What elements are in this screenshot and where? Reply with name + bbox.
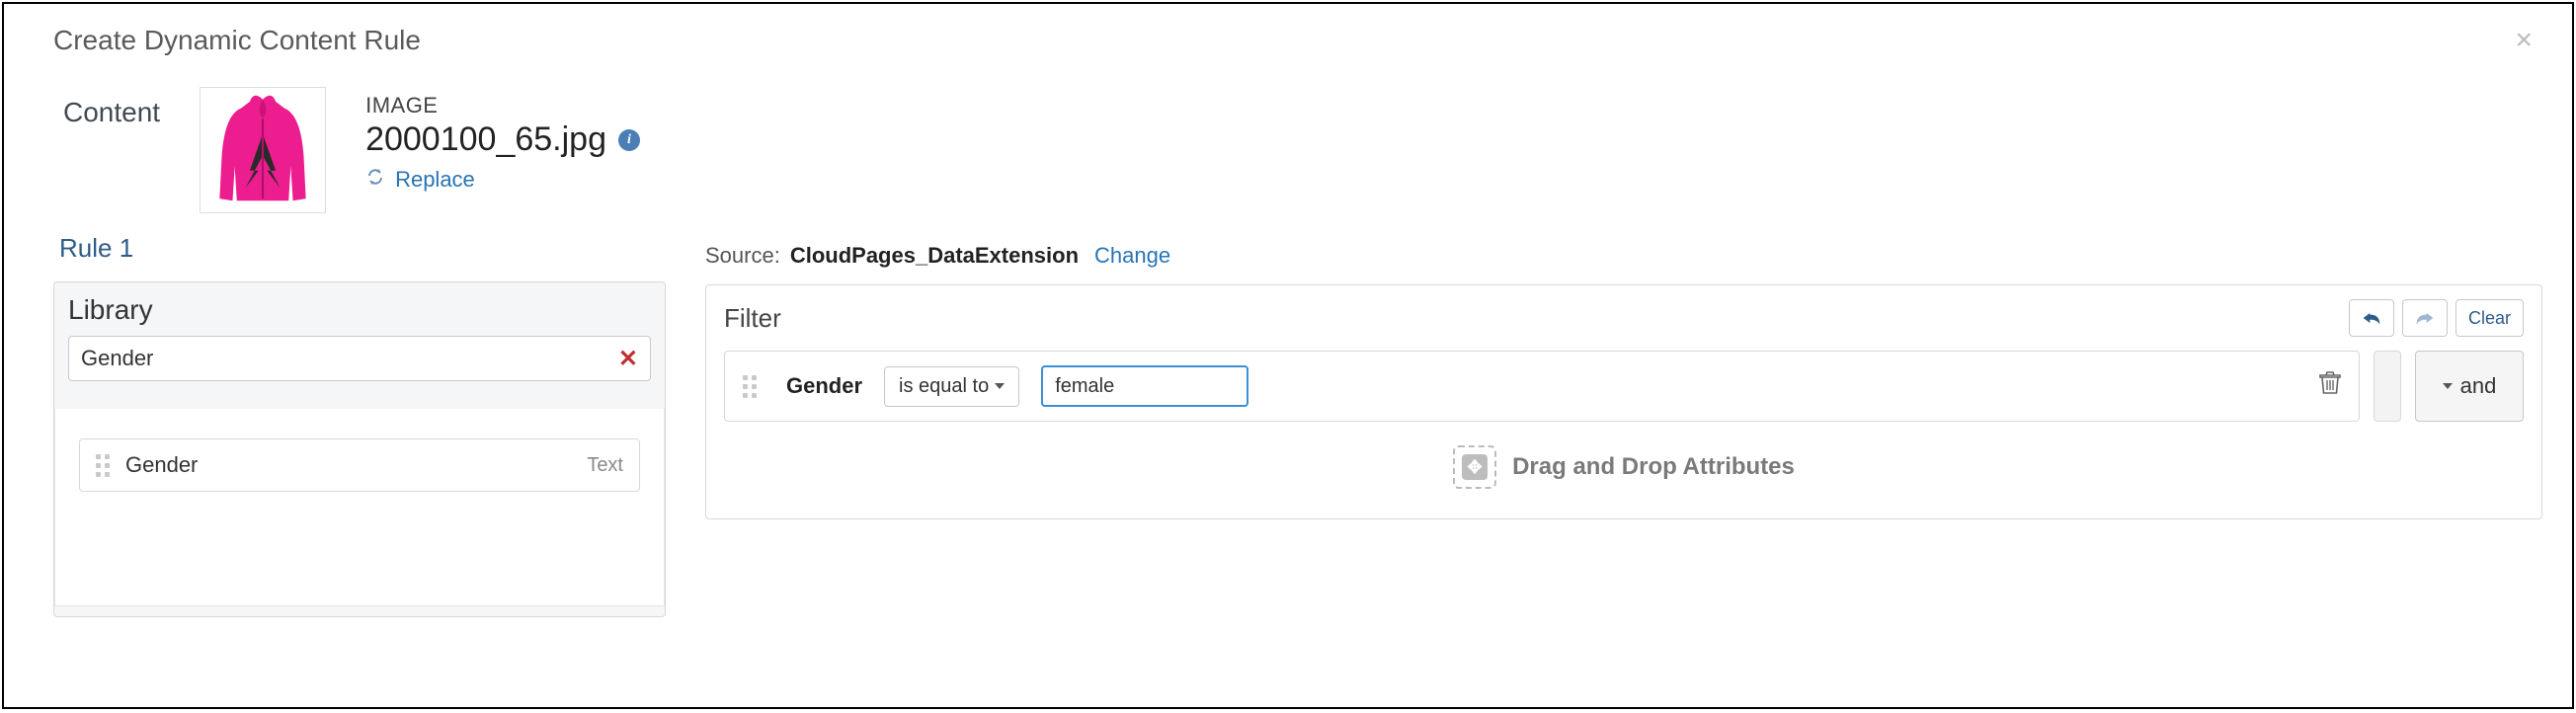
replace-link[interactable]: Replace — [395, 167, 475, 193]
filter-panel: Filter Clear — [705, 284, 2542, 519]
condition-attribute: Gender — [786, 373, 862, 399]
logic-operator-button[interactable]: and — [2415, 351, 2524, 422]
jacket-icon — [208, 91, 317, 209]
redo-button[interactable] — [2402, 299, 2448, 337]
redo-icon — [2415, 310, 2435, 326]
rule-title: Rule 1 — [53, 233, 666, 264]
source-row: Source: CloudPages_DataExtension Change — [705, 243, 2542, 269]
undo-icon — [2362, 310, 2381, 326]
library-search[interactable]: ✕ — [68, 336, 651, 381]
content-header: Content IMAGE 2000100_65.jpg i Replace — [4, 67, 2572, 233]
condition-value-input[interactable] — [1041, 365, 1248, 407]
library-search-input[interactable] — [81, 346, 618, 371]
filter-condition: Gender is equal to — [724, 351, 2360, 422]
content-thumbnail[interactable] — [200, 87, 326, 213]
close-icon[interactable]: × — [2515, 24, 2542, 57]
content-type-label: IMAGE — [365, 93, 640, 119]
source-label: Source: — [705, 243, 780, 269]
source-name: CloudPages_DataExtension — [790, 243, 1079, 269]
info-icon[interactable]: i — [618, 129, 640, 151]
delete-condition-button[interactable] — [2319, 371, 2341, 401]
attribute-chip[interactable]: Gender Text — [79, 438, 640, 492]
trash-icon — [2319, 371, 2341, 395]
content-section-label: Content — [63, 87, 160, 128]
modal-title: Create Dynamic Content Rule — [53, 25, 421, 56]
attribute-type: Text — [587, 454, 623, 477]
logic-operator-label: and — [2460, 373, 2497, 399]
chevron-down-icon — [995, 383, 1005, 389]
content-meta: IMAGE 2000100_65.jpg i Replace — [365, 87, 640, 193]
drop-hint-text: Drag and Drop Attributes — [1512, 453, 1795, 481]
source-change-link[interactable]: Change — [1094, 243, 1170, 269]
modal-header: Create Dynamic Content Rule × — [4, 4, 2572, 67]
modal-create-dynamic-content-rule: Create Dynamic Content Rule × Content IM… — [2, 2, 2574, 709]
undo-button[interactable] — [2349, 299, 2394, 337]
drop-target-icon: ✥ — [1453, 445, 1496, 489]
attribute-drop-zone[interactable]: ✥ Drag and Drop Attributes — [724, 445, 2524, 489]
library-results: Gender Text — [54, 409, 665, 606]
library-title: Library — [68, 294, 651, 326]
library-panel: Library ✕ Gender Text — [53, 281, 666, 617]
condition-operator-label: is equal to — [899, 375, 989, 398]
clear-search-icon[interactable]: ✕ — [618, 345, 638, 373]
clear-button[interactable]: Clear — [2455, 299, 2524, 337]
drag-handle-icon[interactable] — [96, 454, 110, 477]
content-filename: 2000100_65.jpg — [365, 120, 606, 159]
attribute-name: Gender — [125, 452, 587, 478]
group-bracket[interactable] — [2374, 351, 2401, 422]
drag-handle-icon[interactable] — [743, 375, 757, 398]
filter-title: Filter — [724, 303, 781, 334]
replace-icon — [365, 167, 385, 193]
condition-operator-select[interactable]: is equal to — [884, 366, 1019, 407]
chevron-down-icon — [2443, 383, 2453, 389]
